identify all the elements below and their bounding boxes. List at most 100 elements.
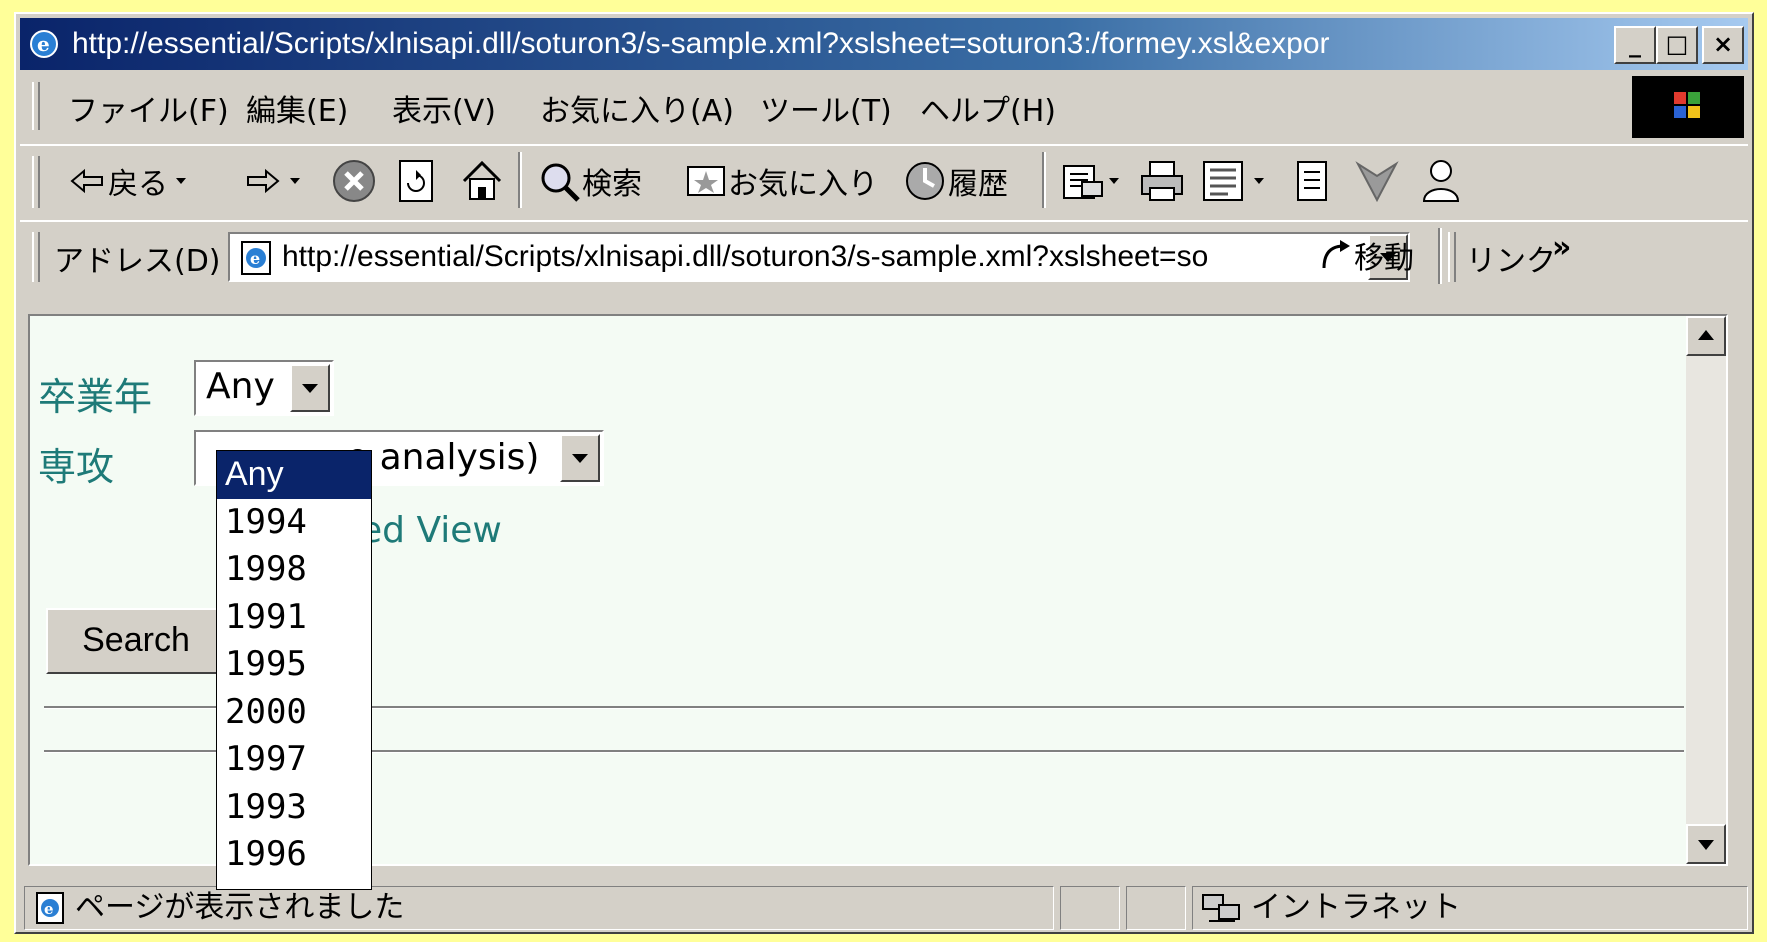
address-grip[interactable] (32, 232, 40, 282)
scroll-down-button[interactable] (1686, 824, 1726, 864)
discuss-icon (1297, 161, 1327, 201)
svg-text:e: e (250, 249, 260, 268)
messenger-button[interactable] (1354, 156, 1400, 206)
detailed-view-link[interactable]: led View (350, 510, 502, 551)
toolbar-grip[interactable] (32, 156, 40, 208)
address-input[interactable]: e http://essential/Scripts/xlnisapi.dll/… (228, 232, 1410, 282)
messenger-icon (1355, 161, 1399, 203)
address-label: アドレス(D) (54, 244, 221, 279)
back-label: 戻る (108, 167, 168, 202)
scroll-up-button[interactable] (1686, 316, 1726, 356)
favorites-button[interactable]: お気に入り (684, 156, 878, 206)
close-icon: × (1712, 30, 1734, 58)
toolbar-separator (1042, 152, 1046, 208)
search-submit-label: Search (82, 621, 190, 659)
year-option[interactable]: 1998 (217, 546, 371, 594)
year-option[interactable]: 1997 (217, 736, 371, 784)
go-button[interactable]: 移動 (1316, 230, 1414, 280)
graduation-year-label: 卒業年 (38, 375, 153, 419)
back-button[interactable]: 戻る (68, 156, 194, 206)
scroll-up-icon (1698, 330, 1714, 340)
menu-edit[interactable]: 編集(E) (246, 86, 348, 130)
maximize-icon: □ (1665, 30, 1689, 58)
edit-icon (1203, 161, 1243, 201)
minimize-icon: _ (1629, 30, 1641, 58)
stop-button[interactable] (330, 156, 378, 206)
menu-file[interactable]: ファイル(F) (68, 86, 229, 130)
page-icon: e (241, 241, 271, 275)
edit-button[interactable] (1200, 156, 1272, 206)
window-title: http://essential/Scripts/xlnisapi.dll/so… (72, 27, 1330, 60)
mail-dropdown-icon[interactable] (1106, 173, 1122, 189)
status-message: ページが表示されました (75, 890, 405, 925)
minimize-button[interactable]: _ (1614, 26, 1656, 64)
links-label[interactable]: リンク (1466, 236, 1556, 280)
scroll-down-icon (1698, 840, 1714, 850)
go-arrow-icon (1322, 240, 1350, 269)
history-icon (906, 162, 944, 200)
mail-button[interactable] (1060, 156, 1122, 206)
menu-bar: ファイル(F) 編集(E) 表示(V) お気に入り(A) ツール(T) ヘルプ(… (20, 74, 1748, 138)
stop-icon (333, 160, 375, 202)
favorites-icon (687, 166, 725, 196)
contacts-button[interactable] (1418, 156, 1464, 206)
history-button[interactable]: 履歴 (902, 156, 1008, 206)
search-button[interactable]: 検索 (536, 156, 642, 206)
graduation-year-value: Any (206, 366, 275, 407)
go-label: 移動 (1354, 241, 1414, 276)
page-status-icon: e (36, 892, 64, 924)
print-button[interactable] (1138, 156, 1186, 206)
search-label: 検索 (582, 167, 642, 202)
address-bar: アドレス(D) e http://essential/Scripts/xlnis… (20, 220, 1748, 292)
menu-tools[interactable]: ツール(T) (760, 86, 892, 130)
year-option[interactable]: 1996 (217, 831, 371, 879)
status-cell-security (1126, 886, 1186, 930)
favorites-label: お気に入り (728, 167, 878, 202)
year-option[interactable]: Any (217, 451, 371, 499)
menu-view[interactable]: 表示(V) (392, 86, 496, 130)
windows-logo (1632, 76, 1744, 138)
major-value: e analysis) (346, 437, 540, 478)
zone-cell: イントラネット (1192, 886, 1748, 930)
vertical-scrollbar[interactable] (1686, 316, 1726, 864)
home-button[interactable] (458, 156, 506, 206)
back-arrow-icon (70, 168, 103, 194)
back-dropdown-icon[interactable] (168, 173, 194, 189)
links-more-icon[interactable]: » (1552, 230, 1571, 265)
year-option[interactable]: 1991 (217, 594, 371, 642)
menu-favorites[interactable]: お気に入り(A) (540, 86, 734, 130)
forward-dropdown-icon[interactable] (282, 173, 308, 189)
edit-dropdown-icon[interactable] (1246, 173, 1272, 189)
links-grip[interactable] (1448, 232, 1456, 282)
intranet-icon (1202, 894, 1240, 922)
mail-icon (1063, 165, 1103, 199)
status-cell-progress (1060, 886, 1120, 930)
svg-text:e: e (44, 900, 54, 918)
maximize-button[interactable]: □ (1656, 26, 1698, 64)
menu-grip[interactable] (32, 82, 40, 130)
year-option[interactable]: 1993 (217, 784, 371, 832)
search-submit-button[interactable]: Search (46, 608, 226, 674)
graduation-year-options[interactable]: Any 1994 1998 1991 1995 2000 1997 1993 1996 (216, 450, 372, 890)
graduation-year-select[interactable]: Any (194, 360, 334, 416)
refresh-icon (399, 160, 433, 202)
year-dropdown-button[interactable] (290, 364, 330, 412)
year-option[interactable]: 1995 (217, 641, 371, 689)
windows-flag-icon (1674, 92, 1700, 118)
year-option[interactable]: 2000 (217, 689, 371, 737)
ie-icon: e (30, 30, 58, 58)
forward-button[interactable] (242, 156, 308, 206)
refresh-button[interactable] (394, 156, 438, 206)
discuss-button[interactable] (1292, 156, 1332, 206)
major-label: 専攻 (38, 445, 115, 489)
year-option[interactable]: 1994 (217, 499, 371, 547)
history-label: 履歴 (948, 167, 1008, 202)
toolbar-separator (518, 152, 522, 208)
title-bar[interactable]: e http://essential/Scripts/xlnisapi.dll/… (20, 18, 1748, 70)
status-message-cell: e ページが表示されました (24, 886, 1054, 930)
menu-help[interactable]: ヘルプ(H) (920, 86, 1056, 130)
major-dropdown-button[interactable] (560, 434, 600, 482)
close-button[interactable]: × (1702, 26, 1744, 64)
zone-label: イントラネット (1251, 890, 1461, 925)
standard-toolbar: 戻る 検索 お気に入り 履歴 (20, 144, 1748, 218)
